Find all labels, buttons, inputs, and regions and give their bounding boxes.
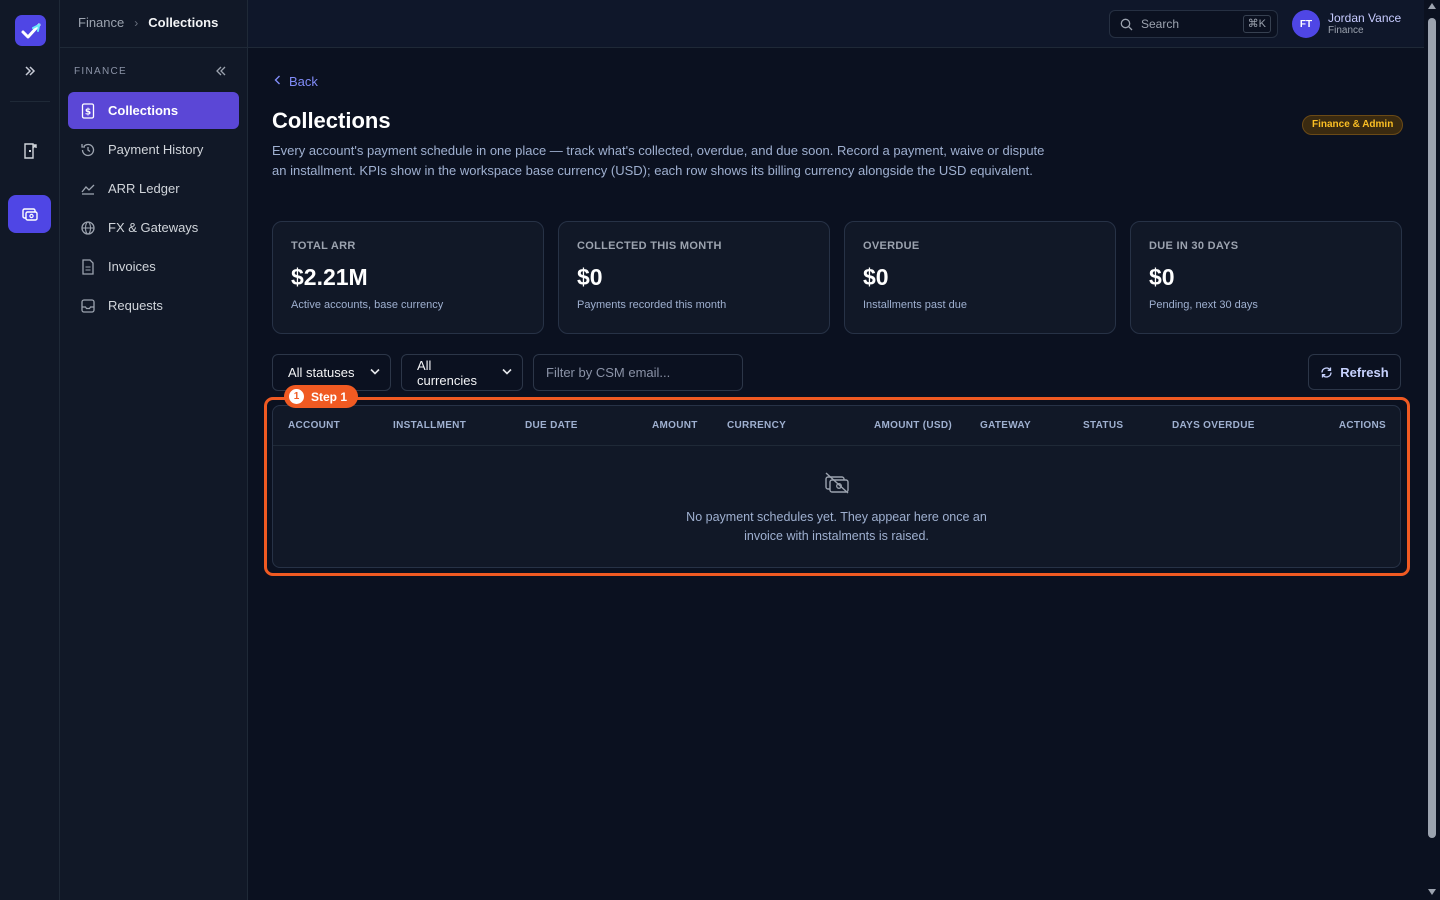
back-label: Back [289,74,318,89]
step-badge: 1 Step 1 [284,385,359,408]
user-menu[interactable]: FT Jordan Vance Finance [1292,10,1401,38]
step-number: 1 [289,389,304,404]
app-logo-icon[interactable] [15,15,46,46]
csm-email-filter-input[interactable] [533,354,743,391]
topbar: Finance › Collections Search ⌘K FT Jorda… [78,0,1424,48]
breadcrumb: Finance › Collections [78,15,218,30]
search-label: Search [1141,17,1180,31]
kpi-subtitle: Payments recorded this month [577,299,727,311]
user-role: Finance [1328,25,1364,36]
sidebar-item-label: ARR Ledger [108,181,180,196]
sidebar-item-label: Invoices [108,259,156,274]
status-filter-value: All statuses [288,365,355,380]
kpi-value: $0 [863,264,889,290]
kpi-label: COLLECTED THIS MONTH [577,240,722,252]
sidebar-item-label: Payment History [108,142,204,157]
search-icon [1120,18,1133,31]
page-title: Collections [272,108,391,133]
kpi-label: TOTAL ARR [291,240,356,252]
sidebar-item-label: Requests [108,298,163,313]
page-description: Every account's payment schedule in one … [272,143,1045,178]
sidebar-item-requests[interactable]: Requests [68,287,239,324]
refresh-icon [1320,366,1333,379]
sidebar-section-label: FINANCE [74,66,127,77]
scrollbar-thumb[interactable] [1428,18,1436,838]
rail-divider [10,101,50,102]
sidebar-item-collections[interactable]: $ Collections [68,92,239,129]
page-scrollbar[interactable] [1424,0,1440,900]
kpi-row: TOTAL ARR $2.21M Active accounts, base c… [272,221,1402,334]
svg-text:$: $ [85,107,91,117]
sidebar-item-fx-gateways[interactable]: FX & Gateways [68,209,239,246]
kpi-card-collected: COLLECTED THIS MONTH $0 Payments recorde… [558,221,830,334]
search-input[interactable]: Search ⌘K [1109,10,1278,38]
collapse-sidebar-icon[interactable] [212,62,230,80]
avatar: FT [1292,10,1320,38]
breadcrumb-finance[interactable]: Finance [78,15,124,30]
sidebar-item-payment-history[interactable]: Payment History [68,131,239,168]
currency-filter-select[interactable]: All currencies [401,354,523,391]
dollar-document-icon: $ [80,102,96,119]
search-shortcut: ⌘K [1242,15,1271,33]
globe-icon [80,220,96,236]
sidebar: FINANCE $ Collections Payment History AR… [60,0,248,900]
chevron-right-icon: › [134,15,139,30]
refresh-button[interactable]: Refresh [1308,354,1401,390]
line-chart-icon [80,181,96,197]
kpi-label: DUE IN 30 DAYS [1149,240,1239,252]
kpi-value: $2.21M [291,264,368,290]
sidebar-item-label: FX & Gateways [108,220,199,235]
kpi-value: $0 [1149,264,1175,290]
user-name: Jordan Vance [1328,11,1402,25]
kpi-subtitle: Pending, next 30 days [1149,299,1258,311]
rail-exit-icon[interactable] [8,132,51,170]
kpi-value: $0 [577,264,603,290]
kpi-label: OVERDUE [863,240,920,252]
currency-filter-value: All currencies [417,357,477,388]
main-content: Back Collections Finance & Admin Every a… [248,48,1424,900]
history-icon [80,142,96,158]
chevron-down-icon [370,367,380,378]
inbox-icon [80,298,96,314]
kpi-subtitle: Installments past due [863,299,967,311]
kpi-card-overdue: OVERDUE $0 Installments past due [844,221,1116,334]
kpi-card-due-30-days: DUE IN 30 DAYS $0 Pending, next 30 days [1130,221,1402,334]
sidebar-item-arr-ledger[interactable]: ARR Ledger [68,170,239,207]
refresh-label: Refresh [1340,364,1389,380]
breadcrumb-current: Collections [148,15,219,30]
sidebar-item-invoices[interactable]: Invoices [68,248,239,285]
invoice-icon [80,258,96,275]
expand-rail-icon[interactable] [20,61,40,81]
step-label: Step 1 [311,389,348,404]
kpi-card-total-arr: TOTAL ARR $2.21M Active accounts, base c… [272,221,544,334]
scroll-down-icon[interactable] [1428,889,1436,895]
step-highlight-frame [264,397,1410,576]
scroll-up-icon[interactable] [1428,3,1436,9]
kpi-subtitle: Active accounts, base currency [291,299,444,311]
chevron-down-icon [502,367,512,378]
role-badge: Finance & Admin [1302,115,1404,135]
rail-finance-icon[interactable] [8,195,51,233]
chevron-left-icon [274,75,281,88]
sidebar-nav: $ Collections Payment History ARR Ledger… [68,92,239,326]
back-link[interactable]: Back [274,74,318,89]
sidebar-item-label: Collections [108,103,179,118]
app-rail [0,0,60,900]
